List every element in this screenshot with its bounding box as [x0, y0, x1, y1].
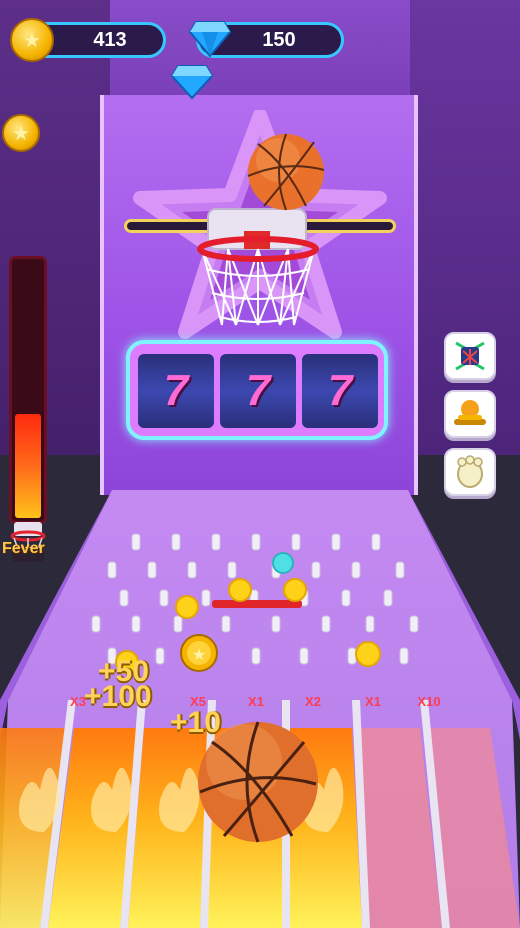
svg-text:★: ★: [192, 645, 206, 664]
peg: [371, 533, 381, 551]
peg: [299, 647, 309, 665]
peg: [91, 615, 101, 633]
peg: [211, 533, 221, 551]
net-icon: [455, 341, 485, 371]
glove-powerup-button[interactable]: [444, 448, 496, 496]
score-popup-100: +100: [84, 680, 152, 713]
cyan-ball: [272, 552, 294, 574]
peg: [331, 533, 341, 551]
multiplier-6: X10: [417, 694, 441, 709]
peg: [271, 615, 281, 633]
net-powerup-button[interactable]: [444, 332, 496, 380]
peg: [155, 647, 165, 665]
peg: [399, 647, 409, 665]
peg: [107, 561, 117, 579]
peg: [159, 589, 169, 607]
peg: [311, 561, 321, 579]
glove-icon: [457, 455, 483, 488]
fever-meter: [9, 256, 47, 524]
red-bumper: [212, 600, 302, 608]
coin-stack-button[interactable]: [444, 390, 496, 438]
peg: [221, 615, 231, 633]
peg: [409, 615, 419, 633]
peg: [173, 615, 183, 633]
basketball[interactable]: [196, 712, 320, 852]
fever-label: Fever: [2, 540, 45, 557]
peg: [131, 533, 141, 551]
side-coin-icon: ★: [2, 114, 40, 152]
coin-stack-icon: [454, 400, 486, 425]
fever-fill: [15, 413, 41, 518]
multiplier-4: X2: [305, 694, 321, 709]
peg: [171, 533, 181, 551]
peg: [291, 533, 301, 551]
peg: [131, 615, 141, 633]
peg: [227, 561, 237, 579]
peg: [365, 615, 375, 633]
peg: [351, 561, 361, 579]
peg: [147, 561, 157, 579]
peg: [341, 589, 351, 607]
peg: [395, 561, 405, 579]
peg: [347, 647, 357, 665]
peg: [119, 589, 129, 607]
game-scene: 7 7 7 ★ X3 X5 X1 X2 X1 X10 +50 +100 +10 …: [0, 0, 520, 928]
coin-icon: ★: [10, 18, 54, 62]
gem-icon: [188, 21, 232, 58]
gem-count: 150: [262, 28, 296, 51]
flying-gem-icon: [170, 65, 214, 100]
lane-coin: ★: [180, 634, 218, 672]
peg: [251, 647, 261, 665]
peg: [321, 615, 331, 633]
coin-count: 413: [93, 28, 127, 51]
multiplier-5: X1: [365, 694, 381, 709]
peg: [251, 533, 261, 551]
peg: [383, 589, 393, 607]
multiplier-3: X1: [248, 694, 264, 709]
peg: [201, 589, 211, 607]
peg: [187, 561, 197, 579]
